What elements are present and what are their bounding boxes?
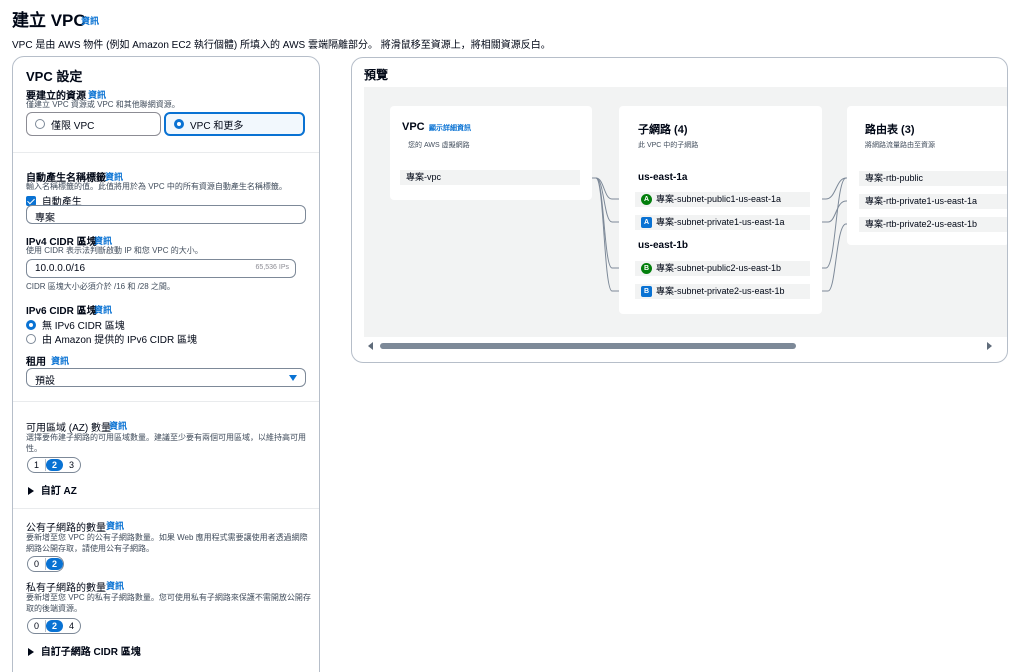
public-subnets-desc: 要新增至您 VPC 的公有子網路數量。如果 Web 應用程式需要讓使用者透過網際…: [26, 533, 308, 553]
option-vpc-only-label: 僅限 VPC: [51, 120, 95, 132]
scrollbar-thumb[interactable]: [380, 343, 796, 349]
rtb-public-item[interactable]: 專案-rtb-public: [859, 171, 1007, 186]
vpc-card-desc: 您的 AWS 虛擬網路: [408, 142, 470, 149]
az-count-segmented[interactable]: 1 2 3: [27, 457, 82, 473]
az-option-2[interactable]: 2: [46, 459, 64, 471]
private-subnets-info-link[interactable]: 資訊: [106, 579, 124, 592]
az-desc: 選擇要佈建子網路的可用區域數量。建議至少要有兩個可用區域，以維持高可用性。: [26, 433, 306, 453]
ipv6-option-amazon[interactable]: 由 Amazon 提供的 IPv6 CIDR 區塊: [26, 331, 197, 346]
ipv6-option-none-label: 無 IPv6 CIDR 區塊: [42, 321, 125, 332]
subnet-private1-name: 專案-subnet-private1-us-east-1a: [656, 217, 785, 227]
custom-subnet-cidr-label: 自訂子網路 CIDR 區塊: [40, 647, 141, 658]
ipv4-ips-hint: 65,536 IPs: [255, 264, 289, 271]
subnet-public2-item[interactable]: B 專案-subnet-public2-us-east-1b: [635, 261, 810, 276]
page-title: 建立 VPC: [12, 11, 86, 30]
radio-icon: [35, 119, 45, 129]
ipv6-label: IPv6 CIDR 區塊: [26, 306, 97, 317]
private-subnets-desc: 要新增至您 VPC 的私有子網路數量。您可使用私有子網路來保護不需開放公開存取的…: [26, 593, 311, 613]
caret-right-icon: [28, 648, 34, 657]
private-subnets-segmented[interactable]: 0 2 4: [27, 618, 82, 634]
name-tag-desc: 輸入名稱標籤的值。此值將用於為 VPC 中的所有資源自動產生名稱標籤。: [26, 182, 287, 191]
vpc-card: VPC 顯示詳細資訊 您的 AWS 虛擬網路 專案-vpc: [390, 106, 592, 200]
scroll-left-icon[interactable]: [368, 342, 373, 350]
resources-desc: 僅建立 VPC 資源或 VPC 和其他聯網資源。: [26, 100, 180, 109]
private-subnet-badge-icon: A: [641, 217, 652, 229]
tenancy-value: 預設: [35, 376, 55, 387]
tenancy-info-link[interactable]: 資訊: [51, 354, 69, 367]
vpc-show-details-link[interactable]: 顯示詳細資訊: [429, 123, 471, 133]
tenancy-label: 租用: [26, 357, 46, 368]
az-info-link[interactable]: 資訊: [109, 419, 127, 432]
route-tables-card-desc: 將網路流量路由至資源: [865, 142, 935, 149]
ipv6-option-amazon-label: 由 Amazon 提供的 IPv6 CIDR 區塊: [42, 335, 198, 346]
private-subnets-option-4[interactable]: 4: [63, 620, 80, 632]
public-subnets-option-2[interactable]: 2: [46, 558, 64, 570]
subnets-card-title: 子網路 (4): [638, 124, 688, 136]
divider: [13, 401, 319, 402]
public-subnets-info-link[interactable]: 資訊: [106, 519, 124, 532]
custom-subnet-cidr-expander[interactable]: 自訂子網路 CIDR 區塊: [28, 643, 141, 658]
vpc-item[interactable]: 專案-vpc: [400, 170, 580, 185]
ipv6-option-none[interactable]: 無 IPv6 CIDR 區塊: [26, 317, 125, 332]
subnet-private1-item[interactable]: A 專案-subnet-private1-us-east-1a: [635, 215, 810, 230]
page-description: VPC 是由 AWS 物件 (例如 Amazon EC2 執行個體) 所填入的 …: [12, 40, 551, 51]
radio-selected-icon: [174, 119, 184, 129]
subnet-public1-item[interactable]: A 專案-subnet-public1-us-east-1a: [635, 192, 810, 207]
ipv6-info-link[interactable]: 資訊: [94, 303, 112, 316]
ipv4-constraint: CIDR 區塊大小必須介於 /16 和 /28 之間。: [26, 282, 175, 291]
route-tables-card-title: 路由表 (3): [865, 124, 915, 136]
scroll-right-icon[interactable]: [987, 342, 992, 350]
ipv4-desc: 使用 CIDR 表示法判斷啟動 IP 和您 VPC 的大小。: [26, 246, 203, 255]
public-subnets-option-0[interactable]: 0: [28, 558, 47, 570]
ipv4-cidr-input[interactable]: 10.0.0.0/16 65,536 IPs: [26, 259, 296, 278]
private-subnets-option-2[interactable]: 2: [46, 620, 64, 632]
divider: [13, 508, 319, 509]
subnets-card: 子網路 (4) 此 VPC 中的子網路 us-east-1a A 專案-subne…: [619, 106, 822, 314]
custom-az-label: 自訂 AZ: [40, 486, 77, 497]
vpc-settings-panel: VPC 設定 要建立的資源 資訊 僅建立 VPC 資源或 VPC 和其他聯網資源…: [12, 56, 320, 672]
caret-down-icon: [289, 375, 297, 381]
radio-selected-icon: [26, 319, 36, 330]
rtb-private1-item[interactable]: 專案-rtb-private1-us-east-1a: [859, 194, 1007, 209]
option-vpc-and-more[interactable]: VPC 和更多: [164, 112, 305, 136]
az-us-east-1b-label: us-east-1b: [638, 240, 689, 251]
preview-diagram: VPC 顯示詳細資訊 您的 AWS 虛擬網路 專案-vpc 子網路 (4) 此 …: [364, 87, 1007, 337]
subnet-private2-name: 專案-subnet-private2-us-east-1b: [656, 286, 785, 296]
rtb-private2-item[interactable]: 專案-rtb-private2-us-east-1b: [859, 217, 1007, 232]
option-vpc-and-more-label: VPC 和更多: [190, 120, 244, 132]
ipv4-cidr-value: 10.0.0.0/16: [35, 263, 86, 274]
subnets-card-desc: 此 VPC 中的子網路: [638, 142, 699, 149]
public-subnet-badge-icon: B: [641, 263, 652, 275]
option-vpc-only[interactable]: 僅限 VPC: [26, 112, 161, 136]
tenancy-select[interactable]: 預設: [26, 368, 306, 387]
private-subnets-option-0[interactable]: 0: [28, 620, 47, 632]
private-subnet-badge-icon: B: [641, 286, 652, 298]
route-tables-card: 路由表 (3) 將網路流量路由至資源 專案-rtb-public 專案-rtb-…: [847, 106, 1007, 245]
vpc-card-title: VPC: [402, 121, 425, 133]
subnet-public1-name: 專案-subnet-public1-us-east-1a: [656, 194, 782, 204]
divider: [13, 152, 319, 153]
checkbox-checked-icon: [26, 195, 36, 206]
name-tag-input[interactable]: 專案: [26, 205, 306, 224]
public-subnet-badge-icon: A: [641, 194, 652, 206]
page-info-link[interactable]: 資訊: [81, 14, 99, 27]
preview-panel: 預覽 VPC 顯示詳細資訊 您的 AWS 虛擬網路 專案-vpc 子網路 (4)…: [351, 57, 1008, 363]
custom-az-expander[interactable]: 自訂 AZ: [28, 482, 77, 497]
public-subnets-segmented[interactable]: 0 2: [27, 556, 65, 572]
az-option-1[interactable]: 1: [28, 459, 47, 471]
radio-icon: [26, 333, 36, 344]
caret-right-icon: [28, 487, 34, 496]
preview-title: 預覽: [364, 68, 389, 82]
az-us-east-1a-label: us-east-1a: [638, 172, 688, 183]
subnet-public2-name: 專案-subnet-public2-us-east-1b: [656, 263, 782, 273]
az-option-3[interactable]: 3: [63, 459, 80, 471]
settings-title: VPC 設定: [26, 69, 83, 84]
horizontal-scrollbar[interactable]: [364, 341, 994, 351]
subnet-private2-item[interactable]: B 專案-subnet-private2-us-east-1b: [635, 284, 810, 299]
